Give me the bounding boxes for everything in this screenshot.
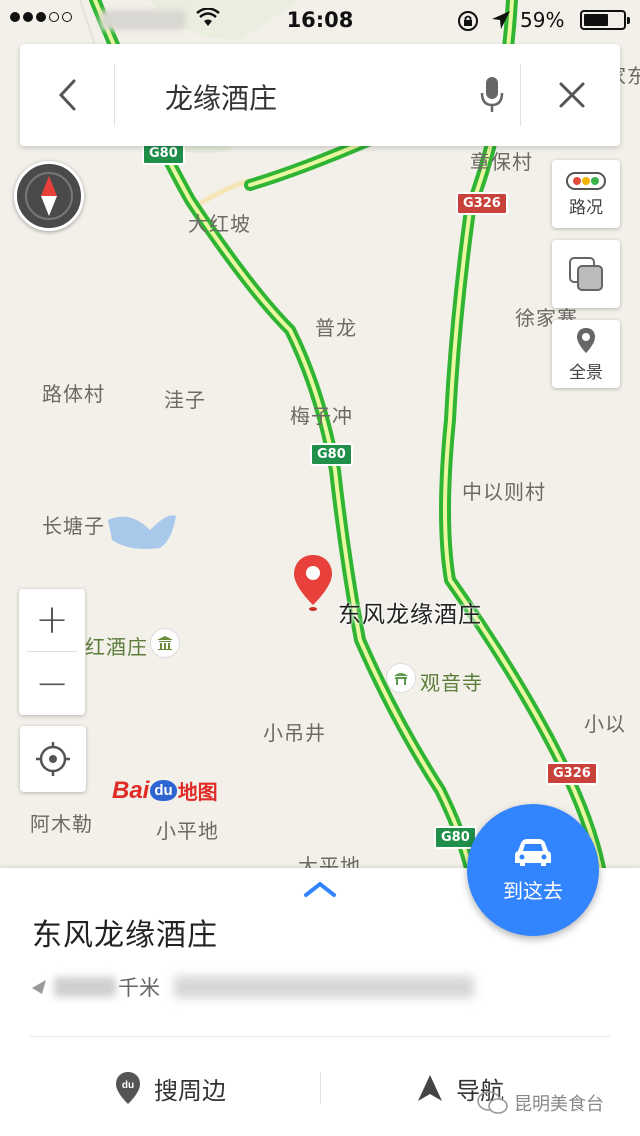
battery-icon bbox=[580, 10, 630, 30]
status-bar: 16:08 59% bbox=[0, 0, 640, 40]
chevron-up-icon[interactable] bbox=[303, 880, 337, 898]
search-nearby-label: 搜周边 bbox=[154, 1076, 226, 1105]
battery-percent: 59% bbox=[520, 8, 565, 32]
svg-text:du: du bbox=[122, 1080, 134, 1091]
distance-value-redacted bbox=[54, 977, 116, 997]
search-input[interactable]: 龙缘酒庄 bbox=[165, 77, 277, 117]
back-button[interactable] bbox=[42, 70, 92, 120]
zoom-in-button[interactable]: + bbox=[19, 589, 85, 651]
divider bbox=[520, 64, 521, 126]
close-icon bbox=[559, 82, 585, 108]
location-services-icon bbox=[490, 9, 512, 36]
place-label: 洼子 bbox=[164, 388, 206, 412]
search-nearby-button[interactable]: du 搜周边 bbox=[114, 1068, 226, 1108]
direction-arrow-icon bbox=[32, 980, 46, 994]
traffic-label: 路况 bbox=[569, 197, 603, 218]
divider bbox=[114, 64, 115, 126]
location-pin-icon[interactable] bbox=[291, 553, 335, 619]
road-shield-g326: G326 bbox=[456, 192, 508, 215]
place-label: 长塘子 bbox=[42, 514, 105, 538]
voice-search-button[interactable] bbox=[470, 71, 514, 119]
address-redacted bbox=[174, 976, 474, 998]
place-label: 红酒庄 bbox=[85, 635, 148, 659]
go-there-label: 到这去 bbox=[503, 878, 563, 903]
lake bbox=[108, 515, 176, 549]
zoom-control: + − bbox=[19, 589, 85, 715]
place-label: 小以 bbox=[584, 712, 626, 736]
go-there-button[interactable]: 到这去 bbox=[467, 804, 599, 936]
my-location-button[interactable] bbox=[20, 726, 86, 792]
watermark-text: 昆明美食台 bbox=[514, 1094, 604, 1115]
divider bbox=[30, 1036, 610, 1037]
layers-icon bbox=[569, 257, 603, 291]
temple-icon[interactable] bbox=[150, 628, 180, 658]
compass-button[interactable] bbox=[14, 161, 84, 231]
chevron-left-icon bbox=[58, 79, 76, 111]
zoom-out-button[interactable]: − bbox=[19, 653, 85, 715]
compass-icon bbox=[25, 172, 73, 220]
place-label: 路体村 bbox=[42, 382, 105, 406]
place-label: 小吊井 bbox=[263, 721, 326, 745]
car-icon bbox=[515, 838, 551, 866]
wechat-icon bbox=[477, 1091, 508, 1114]
layers-button[interactable] bbox=[552, 240, 620, 308]
place-label: 阿木勒 bbox=[30, 812, 93, 836]
place-label: 小平地 bbox=[156, 819, 219, 843]
distance-unit: 千米 bbox=[118, 976, 160, 1000]
place-label: 大平地 bbox=[298, 854, 361, 868]
place-label: 章保村 bbox=[470, 150, 533, 174]
rotation-lock-icon bbox=[456, 9, 480, 38]
wechat-watermark: 昆明美食台 bbox=[476, 1090, 604, 1116]
park-icon[interactable] bbox=[386, 663, 416, 693]
crosshair-icon bbox=[36, 742, 70, 776]
road-shield-g80: G80 bbox=[310, 443, 353, 466]
panorama-pin-icon bbox=[577, 327, 595, 353]
divider bbox=[27, 651, 77, 652]
place-label: 观音寺 bbox=[420, 671, 483, 695]
poi-label[interactable]: 东风龙缘酒庄 bbox=[338, 595, 482, 629]
navigation-arrow-icon bbox=[418, 1075, 442, 1101]
baidu-map-logo: Bai du 地图 bbox=[112, 776, 218, 805]
search-bar: 龙缘酒庄 bbox=[20, 44, 620, 146]
place-label: 中以则村 bbox=[462, 480, 546, 504]
place-title: 东风龙缘酒庄 bbox=[32, 918, 218, 953]
traffic-light-icon bbox=[566, 171, 606, 190]
panorama-label: 全景 bbox=[569, 362, 603, 383]
traffic-toggle-button[interactable]: 路况 bbox=[552, 160, 620, 228]
panorama-button[interactable]: 全景 bbox=[552, 320, 620, 388]
place-label: 梅子冲 bbox=[290, 404, 353, 428]
place-label: 大红坡 bbox=[188, 212, 251, 236]
distance-row: 千米 bbox=[30, 972, 474, 1002]
divider bbox=[320, 1072, 321, 1104]
clear-button[interactable] bbox=[548, 71, 596, 119]
microphone-icon bbox=[480, 77, 504, 112]
road-shield-g326: G326 bbox=[546, 762, 598, 785]
nearby-pin-icon: du bbox=[116, 1072, 140, 1104]
place-label: 普龙 bbox=[315, 316, 357, 340]
